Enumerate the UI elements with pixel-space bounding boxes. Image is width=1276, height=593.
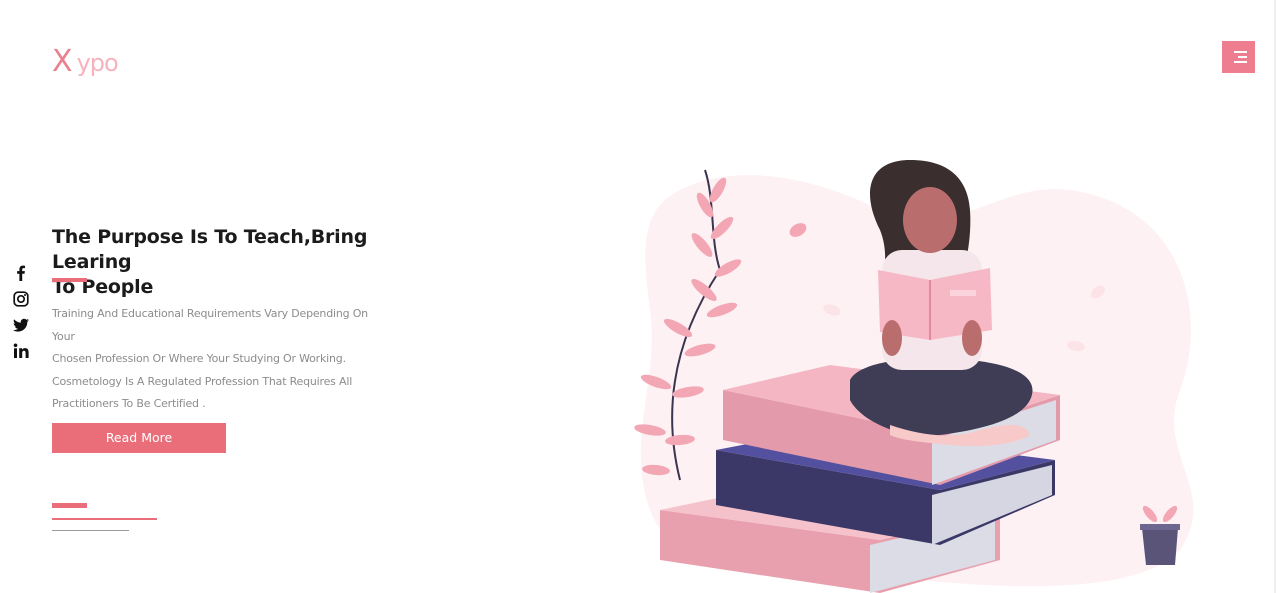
hero-description: Training And Educational Requirements Va… [52,303,392,416]
logo-letter: X [52,44,73,79]
girl-reading-on-books-illustration [634,160,1194,593]
read-more-button[interactable]: Read More [52,423,226,453]
social-links [12,264,32,368]
hero-title: The Purpose Is To Teach,Bring Learing To… [52,225,412,300]
hamburger-icon-line [1234,61,1247,63]
hero-description-line-3: Cosmetology Is A Regulated Profession Th… [52,374,353,388]
decorative-bar [52,503,87,508]
logo-text: ypo [76,49,119,77]
twitter-icon[interactable] [12,316,30,334]
hero-description-line-1: Training And Educational Requirements Va… [52,307,368,343]
hamburger-icon-line [1238,56,1247,58]
instagram-icon[interactable] [12,290,30,308]
title-underline [52,278,87,282]
hero-title-line-1: The Purpose Is To Teach,Bring Learing [52,226,368,273]
brand-logo[interactable]: X ypo [52,44,119,80]
facebook-icon[interactable] [12,264,30,282]
hero-description-line-2: Chosen Profession Or Where Your Studying… [52,352,346,365]
hamburger-icon [1234,51,1247,53]
hero-description-line-4: Practitioners To Be Certified . [52,397,206,410]
decorative-line-gray [52,530,129,531]
menu-button[interactable] [1222,41,1255,73]
decorative-line [52,518,157,520]
linkedin-icon[interactable] [12,342,30,360]
